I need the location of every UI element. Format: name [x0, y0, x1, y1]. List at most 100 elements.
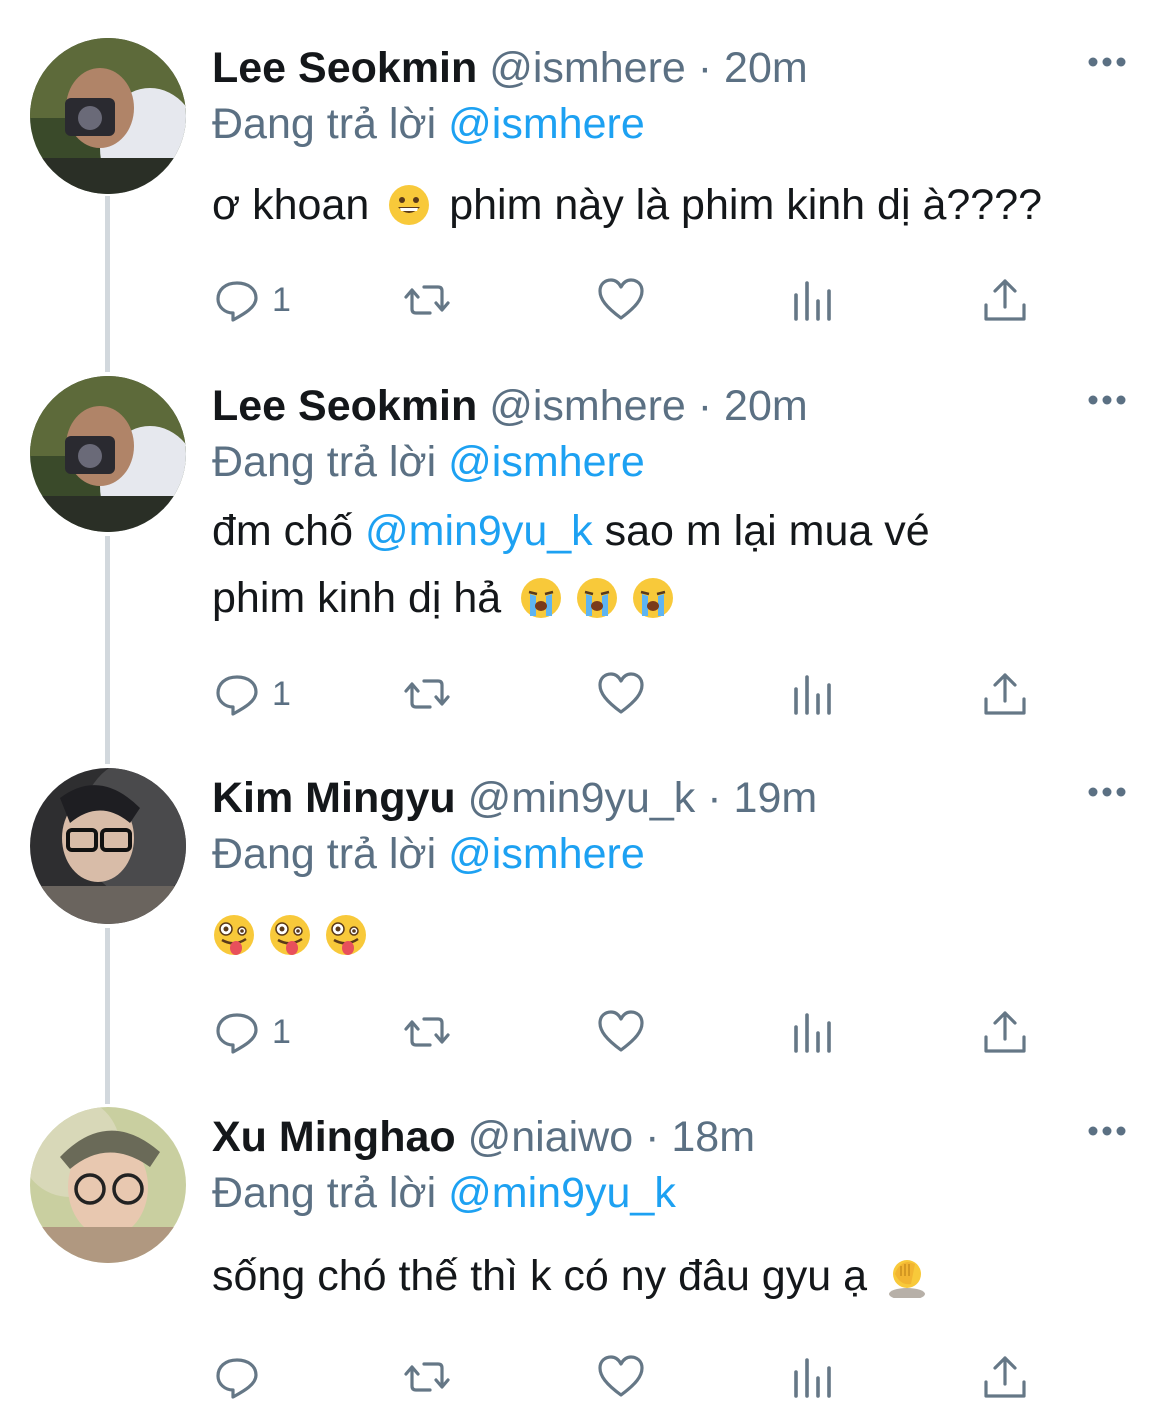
reply-icon — [216, 281, 258, 322]
replying-to-label: Đang trả lời — [212, 438, 437, 486]
display-name[interactable]: Xu Minghao — [212, 1113, 456, 1161]
separator: · — [707, 774, 722, 822]
zany-face-emoji-icon — [212, 913, 256, 957]
tweet-text-part: ơ khoan — [212, 181, 370, 229]
grinning-face-emoji-icon — [387, 183, 431, 227]
tweet-text-part: sao m lại mua vé — [604, 507, 930, 555]
more-icon[interactable] — [1085, 780, 1129, 804]
timestamp[interactable]: 18m — [671, 1113, 755, 1161]
retweet-button[interactable] — [402, 664, 452, 724]
tweet-header: Lee Seokmin @ismhere · 20m — [212, 38, 808, 98]
timestamp[interactable]: 20m — [724, 382, 808, 430]
share-button[interactable] — [980, 270, 1030, 330]
tweet[interactable]: Lee Seokmin @ismhere · 20m Đang trả lời … — [0, 376, 1170, 736]
share-icon — [984, 1356, 1026, 1398]
like-button[interactable] — [596, 664, 646, 724]
replying-to-label: Đang trả lời — [212, 100, 437, 148]
more-icon[interactable] — [1085, 50, 1129, 74]
handle[interactable]: @ismhere — [489, 382, 686, 430]
retweet-button[interactable] — [402, 1347, 452, 1407]
loudly-crying-face-emoji-icon — [631, 576, 675, 620]
reply-icon — [216, 1013, 258, 1054]
tweet-text-part: phim này là phim kinh dị à???? — [449, 181, 1043, 229]
separator: · — [645, 1113, 660, 1161]
tweet-actions: 1 — [0, 664, 1170, 724]
share-button[interactable] — [980, 1347, 1030, 1407]
analytics-button[interactable] — [788, 1347, 838, 1407]
retweet-button[interactable] — [402, 1002, 452, 1062]
handle[interactable]: @niaiwo — [468, 1113, 634, 1161]
tweet[interactable]: Lee Seokmin @ismhere · 20m Đang trả lời … — [0, 38, 1170, 348]
tweet-actions: 1 — [0, 1002, 1170, 1062]
reply-icon — [216, 675, 258, 716]
heart-icon — [598, 1010, 644, 1052]
analytics-icon — [794, 675, 831, 715]
avatar[interactable] — [30, 768, 186, 924]
tweet-actions — [0, 1347, 1170, 1407]
reply-button[interactable]: 1 — [212, 1002, 291, 1062]
timestamp[interactable]: 20m — [724, 44, 808, 92]
like-button[interactable] — [596, 1347, 646, 1407]
reply-button[interactable]: 1 — [212, 270, 291, 330]
share-button[interactable] — [980, 664, 1030, 724]
analytics-button[interactable] — [788, 1002, 838, 1062]
tweet-text-part: sống chó thế thì k có ny đâu gyu ạ — [212, 1252, 867, 1300]
tweet-text-part: đm chố — [212, 507, 354, 555]
like-button[interactable] — [596, 1002, 646, 1062]
separator: · — [697, 382, 713, 430]
retweet-icon — [404, 285, 450, 315]
replying-to-mention[interactable]: @ismhere — [448, 830, 645, 878]
loudly-crying-face-emoji-icon — [575, 576, 619, 620]
heart-icon — [598, 672, 644, 714]
retweet-icon — [404, 679, 450, 709]
tweet-text-part: phim kinh dị hả — [212, 574, 502, 622]
timestamp[interactable]: 19m — [734, 774, 818, 822]
reply-count: 1 — [272, 281, 291, 319]
analytics-button[interactable] — [788, 270, 838, 330]
tweet[interactable]: Xu Minghao @niaiwo · 18m Đang trả lời @m… — [0, 1107, 1170, 1407]
avatar[interactable] — [30, 376, 186, 532]
face-palm-emoji-icon — [885, 1254, 929, 1298]
display-name[interactable]: Kim Mingyu — [212, 774, 456, 822]
tweet-text — [212, 902, 1112, 969]
more-icon[interactable] — [1085, 1119, 1129, 1143]
avatar[interactable] — [30, 38, 186, 194]
tweet-mention[interactable]: @min9yu_k — [365, 507, 593, 555]
separator: · — [697, 44, 713, 92]
share-icon — [984, 279, 1026, 321]
tweet-header: Lee Seokmin @ismhere · 20m — [212, 376, 808, 436]
handle[interactable]: @min9yu_k — [468, 774, 696, 822]
replying-to: Đang trả lời @ismhere — [212, 824, 645, 884]
avatar[interactable] — [30, 1107, 186, 1263]
display-name[interactable]: Lee Seokmin — [212, 382, 477, 430]
replying-to-label: Đang trả lời — [212, 1169, 437, 1217]
replying-to-mention[interactable]: @ismhere — [448, 100, 645, 148]
reply-button[interactable] — [212, 1347, 272, 1407]
retweet-icon — [404, 1362, 450, 1392]
more-icon[interactable] — [1085, 388, 1129, 412]
loudly-crying-face-emoji-icon — [519, 576, 563, 620]
like-button[interactable] — [596, 270, 646, 330]
share-icon — [984, 1011, 1026, 1053]
tweet[interactable]: Kim Mingyu @min9yu_k · 19m Đang trả lời … — [0, 768, 1170, 1078]
analytics-button[interactable] — [788, 664, 838, 724]
display-name[interactable]: Lee Seokmin — [212, 44, 477, 92]
reply-count: 1 — [272, 1013, 291, 1051]
replying-to-mention[interactable]: @ismhere — [448, 438, 645, 486]
reply-button[interactable]: 1 — [212, 664, 291, 724]
reply-count: 1 — [272, 675, 291, 713]
reply-icon — [216, 1358, 258, 1399]
zany-face-emoji-icon — [324, 913, 368, 957]
handle[interactable]: @ismhere — [489, 44, 686, 92]
share-icon — [984, 673, 1026, 715]
retweet-icon — [404, 1017, 450, 1047]
tweet-text: ơ khoan phim này là phim kinh dị à???? — [212, 172, 1112, 239]
tweet-actions: 1 — [0, 270, 1170, 330]
replying-to-mention[interactable]: @min9yu_k — [448, 1169, 676, 1217]
tweet-text: đm chố @min9yu_k sao m lại mua vé phim k… — [212, 498, 1112, 632]
share-button[interactable] — [980, 1002, 1030, 1062]
analytics-icon — [794, 1358, 831, 1398]
replying-to: Đang trả lời @ismhere — [212, 94, 645, 154]
retweet-button[interactable] — [402, 270, 452, 330]
heart-icon — [598, 1355, 644, 1397]
